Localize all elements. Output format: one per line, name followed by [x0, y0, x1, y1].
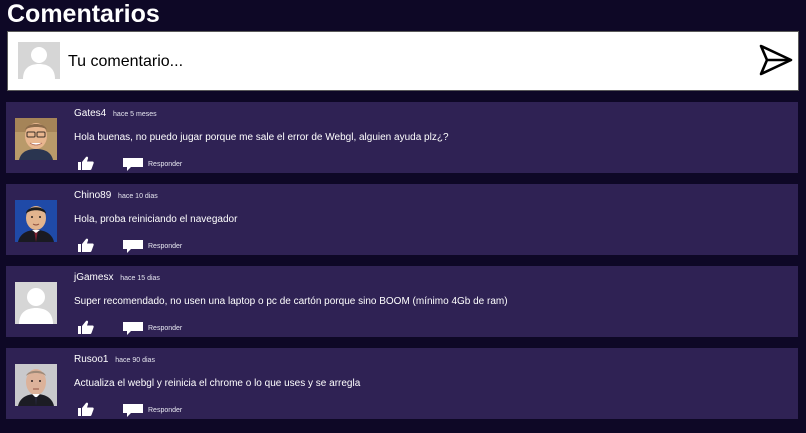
reply-button[interactable]: Responder	[122, 403, 182, 417]
speech-bubble-icon	[123, 239, 143, 253]
comment-text: Hola, proba reiniciando el navegador	[74, 214, 238, 225]
avatar	[15, 364, 57, 406]
comment-author[interactable]: Gates4	[74, 108, 106, 119]
thumbs-up-icon[interactable]	[78, 320, 94, 334]
comment-time: hace 15 dias	[120, 275, 160, 282]
comment-author-line: jGamesx hace 15 dias	[74, 272, 160, 285]
comment-text: Super recomendado, no usen una laptop o …	[74, 296, 508, 307]
section-title: Comentarios	[7, 0, 160, 28]
default-avatar-icon	[15, 282, 57, 324]
comment-author[interactable]: Chino89	[74, 190, 111, 201]
speech-bubble-icon	[123, 321, 143, 335]
speech-bubble-icon	[123, 157, 143, 171]
thumbs-up-icon[interactable]	[78, 238, 94, 252]
comment-author-line: Chino89 hace 10 dias	[74, 190, 158, 203]
comment-time: hace 90 dias	[115, 357, 155, 364]
comments-page: Comentarios Tu comentario... Gates4 hace…	[0, 0, 806, 433]
thumbs-up-icon[interactable]	[78, 156, 94, 170]
comment-author-line: Gates4 hace 5 meses	[74, 108, 157, 121]
reply-label: Responder	[148, 242, 183, 250]
comment-author[interactable]: Rusoo1	[74, 354, 108, 365]
comment-text: Hola buenas, no puedo jugar porque me sa…	[74, 132, 449, 143]
avatar	[15, 200, 57, 242]
reply-button[interactable]: Responder	[122, 321, 182, 335]
comment-text: Actualiza el webgl y reinicia el chrome …	[74, 378, 361, 389]
comment-item: Chino89 hace 10 dias Hola, proba reinici…	[6, 184, 798, 255]
comment-time: hace 5 meses	[113, 111, 157, 118]
comment-time: hace 10 dias	[118, 193, 158, 200]
reply-label: Responder	[148, 406, 183, 414]
reply-button[interactable]: Responder	[122, 239, 182, 253]
reply-button[interactable]: Responder	[122, 157, 182, 171]
avatar	[15, 118, 57, 160]
comment-author[interactable]: jGamesx	[74, 272, 113, 283]
reply-label: Responder	[148, 324, 183, 332]
comment-author-line: Rusoo1 hace 90 dias	[74, 354, 155, 367]
comment-item: Rusoo1 hace 90 dias Actualiza el webgl y…	[6, 348, 798, 419]
user-avatar-icon	[18, 42, 60, 79]
comment-item: Gates4 hace 5 meses Hola buenas, no pued…	[6, 102, 798, 173]
comment-composer	[7, 31, 799, 91]
comment-input[interactable]	[68, 49, 728, 75]
send-icon[interactable]	[758, 43, 794, 77]
speech-bubble-icon	[123, 403, 143, 417]
thumbs-up-icon[interactable]	[78, 402, 94, 416]
comment-list: Gates4 hace 5 meses Hola buenas, no pued…	[6, 102, 798, 430]
reply-label: Responder	[148, 160, 183, 168]
comment-item: jGamesx hace 15 dias Super recomendado, …	[6, 266, 798, 337]
